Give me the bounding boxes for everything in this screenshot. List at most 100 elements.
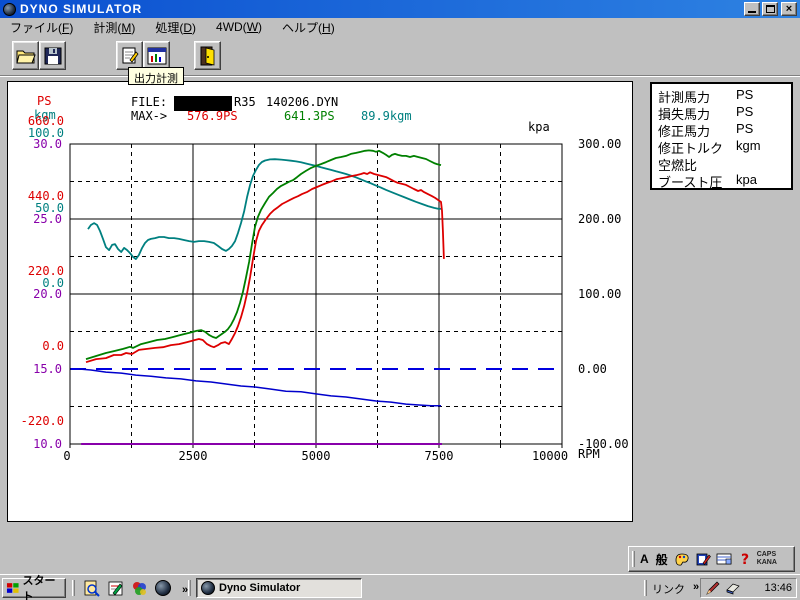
- ime-help-icon: ?: [737, 551, 753, 567]
- maximize-button[interactable]: [762, 2, 778, 16]
- legend-unit: kgm: [736, 138, 761, 153]
- x-axis-label: 10000: [532, 449, 568, 463]
- notepad-pencil-icon: [107, 580, 124, 597]
- legend-label: 修正馬力: [658, 124, 710, 139]
- output-measure-button[interactable]: [143, 41, 170, 70]
- legend-row-measured-power: 計測馬力 PS: [658, 87, 791, 104]
- legend-label: 修正トルク: [658, 141, 723, 156]
- links-label[interactable]: リンク: [652, 581, 685, 597]
- quicklaunch-search-button[interactable]: [82, 579, 100, 597]
- quicklaunch-notes-button[interactable]: [106, 579, 124, 597]
- legend-row-air-fuel: 空燃比: [658, 155, 791, 172]
- taskbar-grip[interactable]: [644, 580, 647, 596]
- tray-clock: 13:46: [764, 582, 792, 594]
- tooltip-output-measure: 出力計測: [128, 67, 184, 85]
- menu-file[interactable]: ファイル(F): [0, 18, 83, 37]
- series-measured-power: [86, 172, 444, 362]
- taskbar: スタート » Dyno Simulator リンク: [0, 574, 800, 600]
- search-page-icon: [83, 580, 100, 597]
- menu-process[interactable]: 処理(D): [145, 18, 206, 37]
- minimize-button[interactable]: [744, 2, 760, 16]
- task-button-dyno-simulator[interactable]: Dyno Simulator: [196, 578, 362, 598]
- left-axis-label-af: 20.0: [33, 287, 62, 301]
- tray-eraser-icon[interactable]: [725, 580, 741, 596]
- right-axis-label: -100.00: [578, 437, 629, 451]
- colors-icon: [131, 580, 148, 597]
- title-bar: DYNO SIMULATOR ×: [0, 0, 800, 18]
- x-axis-label: 2500: [179, 449, 208, 463]
- quicklaunch-overflow-chevron[interactable]: »: [176, 581, 194, 599]
- tray-pen-icon[interactable]: [705, 580, 721, 596]
- start-label: スタート: [23, 572, 65, 600]
- legend-unit: PS: [736, 121, 753, 136]
- ime-tools-button[interactable]: [673, 550, 691, 568]
- start-button[interactable]: スタート: [2, 578, 66, 598]
- dyno-chart: 300.00200.00100.000.00-100.0002500500075…: [8, 82, 634, 523]
- taskbar-grip[interactable]: [188, 580, 191, 596]
- menu-4wd[interactable]: 4WD(W): [206, 19, 272, 35]
- links-chevron[interactable]: »: [693, 581, 699, 597]
- ime-input-mode-button[interactable]: A: [638, 552, 651, 566]
- ime-kana-label: KANA: [757, 559, 777, 566]
- links-toolbar: リンク »: [652, 581, 699, 597]
- legend-unit: PS: [736, 104, 753, 119]
- close-button[interactable]: ×: [781, 2, 797, 16]
- ime-help-button[interactable]: ?: [736, 550, 754, 568]
- ime-toolbar: A 般 ? CAPS KANA: [628, 546, 795, 572]
- ime-dictionary-icon: [695, 551, 711, 567]
- menu-measure[interactable]: 計測(M): [83, 18, 145, 37]
- right-axis-label: 300.00: [578, 137, 621, 151]
- right-axis-label: 0.00: [578, 362, 607, 376]
- app-icon[interactable]: [3, 3, 16, 16]
- series-corrected-torque: [88, 159, 441, 259]
- left-axis-label-af: 10.0: [33, 437, 62, 451]
- ime-grip[interactable]: [632, 551, 635, 567]
- dyno-app-icon: [201, 581, 215, 595]
- chart-panel: PS kgm FILE: R35 140206.DYN MAX-> 576.9P…: [7, 81, 633, 522]
- legend-label: 空燃比: [658, 158, 697, 173]
- maximize-icon: [766, 5, 775, 13]
- series-loss-power: [79, 369, 441, 406]
- report-button[interactable]: [116, 41, 143, 70]
- ime-caps-kana-indicator[interactable]: CAPS KANA: [757, 551, 777, 567]
- save-floppy-icon: [44, 47, 62, 65]
- left-axis-label-ps: -220.0: [21, 414, 64, 428]
- open-file-button[interactable]: [12, 41, 39, 70]
- legend-row-boost: ブースト圧kpa: [658, 172, 791, 189]
- legend-unit: PS: [736, 87, 753, 102]
- ime-dictionary-button[interactable]: [694, 550, 712, 568]
- toolbar-separator: [0, 75, 800, 77]
- menu-help[interactable]: ヘルプ(H): [272, 18, 345, 37]
- ime-caps-label: CAPS: [757, 551, 776, 558]
- right-axis-label: 100.00: [578, 287, 621, 301]
- legend-label: ブースト圧: [658, 175, 722, 190]
- save-button[interactable]: [39, 41, 66, 70]
- right-axis-label: 200.00: [578, 212, 621, 226]
- window-controls: ×: [742, 2, 797, 16]
- ime-conversion-mode-button[interactable]: 般: [654, 551, 670, 568]
- ime-pad-icon: [716, 551, 732, 567]
- window-title: DYNO SIMULATOR: [20, 2, 142, 16]
- legend-row-corrected-power: 修正馬力 PS: [658, 121, 791, 138]
- ime-pad-button[interactable]: [715, 550, 733, 568]
- open-folder-icon: [16, 47, 36, 65]
- quicklaunch-colors-button[interactable]: [130, 579, 148, 597]
- svg-text:?: ?: [741, 552, 749, 567]
- report-edit-icon: [120, 46, 140, 66]
- dyno-app-icon: [155, 580, 171, 596]
- x-axis-label: 0: [63, 449, 70, 463]
- toolbar: [0, 36, 800, 74]
- legend-label: 計測馬力: [658, 90, 710, 105]
- close-icon: ×: [782, 3, 796, 15]
- x-axis-label: 5000: [302, 449, 331, 463]
- windows-logo-icon: [6, 582, 20, 594]
- exit-door-icon: [199, 46, 217, 66]
- left-axis-label-af: 15.0: [33, 362, 62, 376]
- exit-button[interactable]: [194, 41, 221, 70]
- legend-row-loss-power: 損失馬力PS: [658, 104, 791, 121]
- task-button-label: Dyno Simulator: [219, 582, 300, 594]
- minimize-icon: [748, 11, 756, 13]
- left-axis-label-af: 25.0: [33, 212, 62, 226]
- quicklaunch-dyno-button[interactable]: [154, 579, 172, 597]
- taskbar-grip[interactable]: [72, 580, 75, 596]
